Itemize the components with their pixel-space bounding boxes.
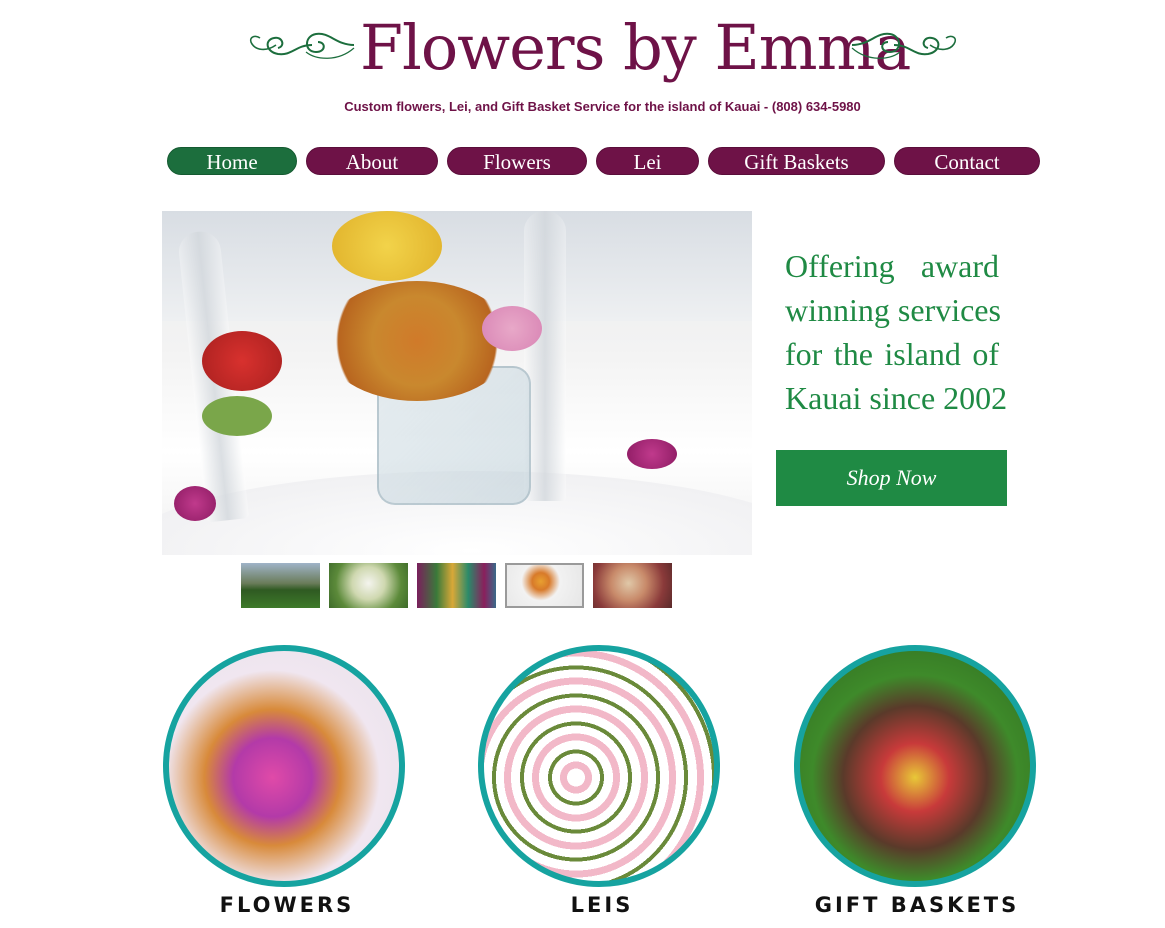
pink-orchid (482, 306, 542, 351)
hero-slideshow-image[interactable] (162, 211, 752, 555)
nav-home[interactable]: Home (167, 147, 297, 175)
leis-category-image[interactable] (478, 645, 720, 887)
flowers-category-image[interactable] (163, 645, 405, 887)
thumbnail-2[interactable] (329, 563, 408, 608)
leis-category-label[interactable]: LEIS (472, 893, 732, 917)
slideshow-thumbnails (0, 563, 1165, 608)
offer-line: Offering award (785, 248, 999, 284)
thumbnail-1[interactable] (241, 563, 320, 608)
site-title[interactable]: Flowers by Emma (360, 8, 911, 88)
thumbnail-4[interactable] (505, 563, 584, 608)
favor-bag-left (174, 486, 216, 521)
offer-text: Offering award winning services for the … (785, 244, 1008, 420)
offer-line: for the island of (785, 336, 999, 372)
yellow-flowers (332, 211, 442, 281)
thumbnail-3[interactable] (417, 563, 496, 608)
main-nav: Home About Flowers Lei Gift Baskets Cont… (0, 147, 1165, 175)
thumbnail-5[interactable] (593, 563, 672, 608)
tagline: Custom flowers, Lei, and Gift Basket Ser… (344, 99, 861, 114)
nav-flowers[interactable]: Flowers (447, 147, 587, 175)
red-protea (202, 331, 282, 391)
left-flourish-icon (249, 32, 355, 59)
site-header: Flowers by Emma Custom flowers, Lei, and… (0, 0, 1165, 130)
nav-contact[interactable]: Contact (894, 147, 1040, 175)
nav-about[interactable]: About (306, 147, 438, 175)
favor-bag (627, 439, 677, 469)
gift-baskets-category-label[interactable]: GIFT BASKETS (787, 893, 1047, 917)
nav-gift-baskets[interactable]: Gift Baskets (708, 147, 885, 175)
offer-line: Kauai since 2002 (785, 380, 1008, 416)
gift-baskets-category-image[interactable] (794, 645, 1036, 887)
shop-now-button[interactable]: Shop Now (776, 450, 1007, 506)
flowers-category-label[interactable]: FLOWERS (157, 893, 417, 917)
nav-lei[interactable]: Lei (596, 147, 699, 175)
right-flourish-icon (851, 32, 957, 59)
orange-orchids (322, 281, 512, 401)
greenery (202, 396, 272, 436)
offer-line: winning services (785, 292, 1001, 328)
